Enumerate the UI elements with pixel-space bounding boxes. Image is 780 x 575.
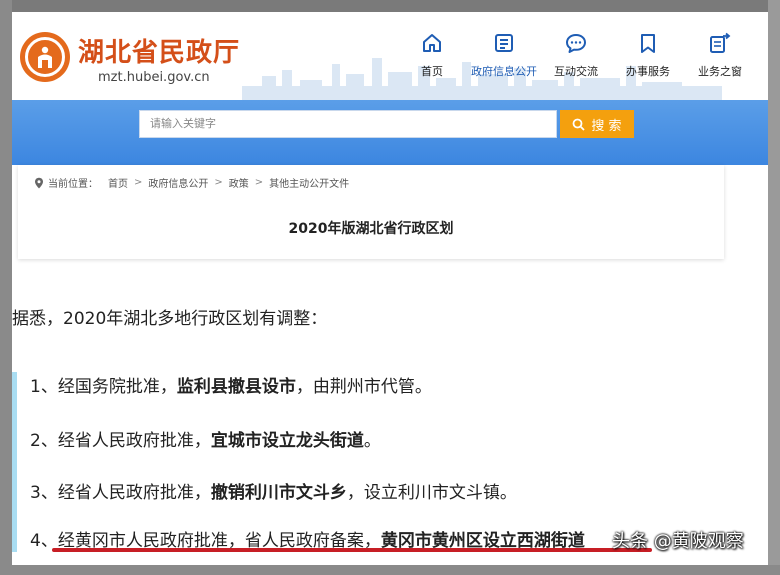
breadcrumb-separator: > bbox=[214, 177, 223, 188]
window-export-icon bbox=[710, 32, 731, 53]
nav-label: 互动交流 bbox=[554, 65, 598, 78]
breadcrumb-item-home[interactable]: 首页 bbox=[108, 175, 128, 190]
breadcrumb-item-policy[interactable]: 政策 bbox=[229, 175, 249, 190]
quote-bar bbox=[12, 372, 17, 552]
search-button-label: 搜 索 bbox=[591, 118, 622, 134]
photo-frame-left bbox=[0, 0, 12, 575]
red-highlight-underline bbox=[52, 548, 652, 552]
nav-label: 办事服务 bbox=[626, 65, 670, 78]
location-pin-icon bbox=[35, 177, 43, 188]
breadcrumb-item-other-files[interactable]: 其他主动公开文件 bbox=[269, 175, 349, 190]
search-button[interactable]: 搜 索 bbox=[560, 110, 634, 138]
breadcrumb: 当前位置： 首页 > 政府信息公开 > 政策 > 其他主动公开文件 bbox=[34, 175, 349, 190]
source-watermark: 头条 @黄陂观察 bbox=[612, 531, 744, 552]
nav-item-home[interactable]: 首页 bbox=[396, 32, 468, 84]
chat-bubble-icon bbox=[566, 34, 586, 53]
nav-item-business-window[interactable]: 业务之窗 bbox=[684, 32, 756, 84]
list-item: 3、经省人民政府批准，撤销利川市文斗乡，设立利川市文斗镇。 bbox=[30, 483, 517, 503]
main-navigation: 首页 政府信息公开 互动交流 办事服务 业务之窗 bbox=[396, 32, 756, 84]
document-list-icon bbox=[495, 34, 513, 52]
nav-item-services[interactable]: 办事服务 bbox=[612, 32, 684, 84]
hubei-civil-affairs-logo[interactable] bbox=[20, 32, 70, 82]
nav-label: 政府信息公开 bbox=[471, 65, 537, 78]
search-input[interactable]: 请输入关键字 bbox=[139, 110, 557, 138]
list-item: 2、经省人民政府批准，宜城市设立龙头街道。 bbox=[30, 431, 381, 451]
photo-frame-top bbox=[0, 0, 780, 12]
list-item: 1、经国务院批准，监利县撤县设市，由荆州市代管。 bbox=[30, 377, 432, 397]
breadcrumb-item-government-info[interactable]: 政府信息公开 bbox=[148, 175, 208, 190]
home-icon bbox=[423, 34, 441, 52]
breadcrumb-separator: > bbox=[254, 177, 264, 188]
nav-item-government-info[interactable]: 政府信息公开 bbox=[468, 32, 540, 84]
search-band: 请输入关键字 搜 索 bbox=[12, 100, 768, 165]
photo-frame-right bbox=[768, 0, 780, 575]
site-name[interactable]: 湖北省民政厅 bbox=[78, 32, 240, 69]
search-icon bbox=[573, 118, 586, 131]
web-page: 湖北省民政厅 mzt.hubei.gov.cn 首页 政府信息公开 互动交流 办… bbox=[12, 12, 768, 565]
photo-frame-bottom bbox=[0, 565, 780, 575]
bookmark-icon bbox=[641, 34, 655, 53]
site-header: 湖北省民政厅 mzt.hubei.gov.cn 首页 政府信息公开 互动交流 办… bbox=[12, 12, 768, 100]
document-header-card: 当前位置： 首页 > 政府信息公开 > 政策 > 其他主动公开文件 2020年版… bbox=[18, 165, 724, 259]
nav-item-interaction[interactable]: 互动交流 bbox=[540, 32, 612, 84]
breadcrumb-prefix: 当前位置： bbox=[48, 179, 98, 190]
article-intro: 据悉，2020年湖北多地行政区划有调整： bbox=[12, 309, 328, 329]
site-domain: mzt.hubei.gov.cn bbox=[98, 70, 210, 85]
nav-label: 业务之窗 bbox=[698, 65, 742, 78]
nav-label: 首页 bbox=[421, 65, 443, 78]
breadcrumb-separator: > bbox=[134, 177, 143, 188]
document-title: 2020年版湖北省行政区划 bbox=[288, 221, 454, 237]
